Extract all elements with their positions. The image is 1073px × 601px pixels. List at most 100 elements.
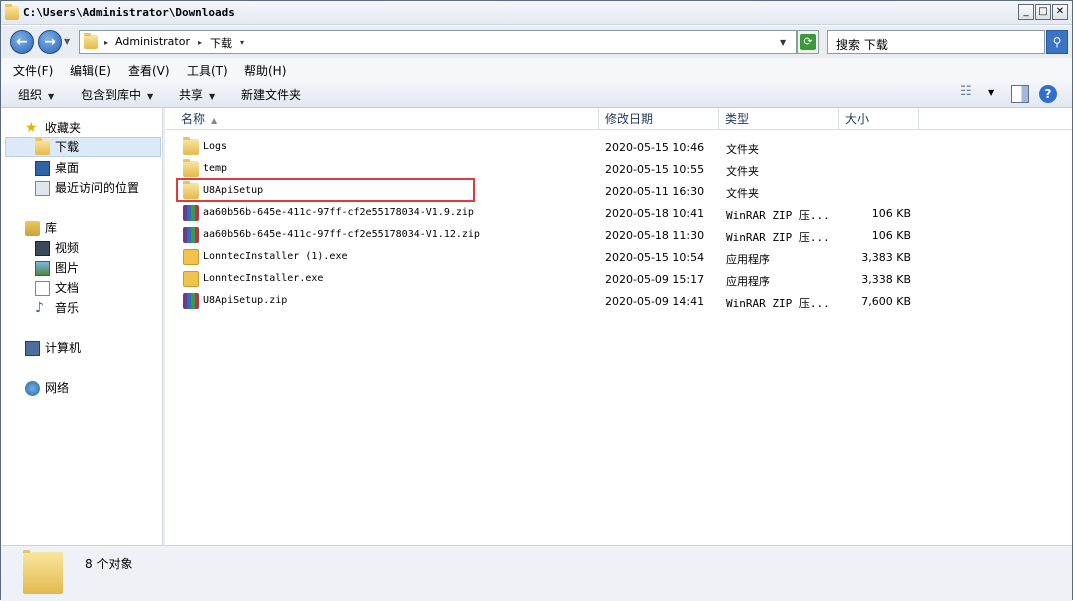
recent-places-icon: [35, 181, 50, 196]
nav-documents-label: 文档: [55, 281, 80, 295]
navigation-pane: ★ 收藏夹 下载 桌面 最近访问的位置 库 视频 图片 文档 ♪ 音乐 计算机 …: [1, 108, 163, 545]
column-header-size[interactable]: 大小: [839, 108, 919, 130]
exe-icon: [183, 271, 199, 287]
organize-button[interactable]: 组织 ▼: [18, 86, 54, 103]
downloads-folder-large-icon: [23, 550, 63, 594]
file-row[interactable]: LonntecInstaller (1).exe 2020-05-15 10:5…: [165, 246, 1072, 268]
search-input[interactable]: 搜索 下载: [827, 30, 1045, 54]
computer-icon: [25, 341, 40, 356]
column-header-modified[interactable]: 修改日期: [599, 108, 719, 130]
red-highlight-box: [176, 178, 475, 202]
column-name-label: 名称: [181, 112, 206, 126]
file-row[interactable]: Logs 2020-05-15 10:46 文件夹: [165, 136, 1072, 158]
organize-label: 组织: [18, 88, 43, 102]
title-bar: C:\Users\Administrator\Downloads _ □ ✕: [1, 1, 1072, 25]
menu-tools[interactable]: 工具(T): [187, 62, 228, 79]
share-button[interactable]: 共享 ▼: [179, 86, 215, 103]
address-history-dropdown[interactable]: ▼: [780, 38, 786, 47]
nav-computer-label: 计算机: [45, 341, 82, 355]
library-icon: [25, 221, 40, 236]
search-icon[interactable]: ⚲: [1046, 30, 1068, 54]
file-type: 文件夹: [726, 165, 759, 178]
file-name: aa60b56b-645e-411c-97ff-cf2e55178034-V1.…: [203, 207, 474, 218]
view-options-dropdown[interactable]: ▼: [988, 88, 994, 97]
music-icon: ♪: [35, 300, 44, 316]
menu-file[interactable]: 文件(F): [13, 62, 53, 79]
folder-icon: [183, 159, 199, 177]
window-title: C:\Users\Administrator\Downloads: [23, 6, 235, 19]
star-icon: ★: [25, 120, 38, 136]
file-modified: 2020-05-09 14:41: [605, 295, 705, 308]
file-name: LonntecInstaller.exe: [203, 273, 324, 284]
file-type: WinRAR ZIP 压...: [726, 297, 830, 310]
file-row[interactable]: LonntecInstaller.exe 2020-05-09 15:17 应用…: [165, 268, 1072, 290]
exe-icon: [183, 249, 199, 265]
file-row[interactable]: temp 2020-05-15 10:55 文件夹: [165, 158, 1072, 180]
file-row[interactable]: aa60b56b-645e-411c-97ff-cf2e55178034-V1.…: [165, 202, 1072, 224]
back-button[interactable]: ←: [10, 30, 34, 54]
folder-icon: [5, 4, 19, 20]
file-size: 3,383 KB: [861, 251, 911, 264]
file-modified: 2020-05-11 16:30: [605, 185, 705, 198]
minimize-button[interactable]: _: [1018, 4, 1034, 20]
view-options-icon[interactable]: ☷: [960, 84, 972, 99]
pictures-icon: [35, 261, 50, 276]
nav-selection-highlight: [5, 137, 161, 157]
menu-edit[interactable]: 编辑(E): [70, 62, 111, 79]
close-button[interactable]: ✕: [1052, 4, 1068, 20]
winrar-icon: [183, 293, 199, 309]
file-name: aa60b56b-645e-411c-97ff-cf2e55178034-V1.…: [203, 229, 480, 240]
explorer-window: C:\Users\Administrator\Downloads _ □ ✕ ←…: [0, 0, 1073, 601]
file-modified: 2020-05-15 10:55: [605, 163, 705, 176]
nav-favorites-label: 收藏夹: [45, 121, 82, 135]
file-type: WinRAR ZIP 压...: [726, 231, 830, 244]
item-count: 8 个对象: [85, 557, 133, 571]
nav-pictures-label: 图片: [55, 261, 80, 275]
address-segment-downloads[interactable]: 下载: [210, 35, 232, 51]
address-bar[interactable]: ▸ Administrator ▸ 下载 ▾ ▼: [79, 30, 797, 54]
details-pane: 8 个对象: [1, 545, 1072, 601]
column-header-type[interactable]: 类型: [719, 108, 839, 130]
file-list: 名称 ▲ 修改日期 类型 大小 Logs 2020-05-15 10:46 文件夹…: [165, 108, 1072, 545]
forward-button[interactable]: →: [38, 30, 62, 54]
video-icon: [35, 241, 50, 256]
include-in-library-button[interactable]: 包含到库中 ▼: [81, 86, 153, 103]
address-folder-icon: [84, 33, 98, 49]
address-arrow-icon[interactable]: ▸: [198, 38, 202, 47]
menu-view[interactable]: 查看(V): [128, 62, 170, 79]
nav-downloads-label: 下载: [55, 140, 80, 154]
file-name: LonntecInstaller (1).exe: [203, 251, 348, 262]
winrar-icon: [183, 227, 199, 243]
file-size: 3,338 KB: [861, 273, 911, 286]
share-label: 共享: [179, 88, 204, 102]
preview-pane-icon[interactable]: [1011, 85, 1029, 103]
nav-videos-label: 视频: [55, 241, 80, 255]
column-header-name[interactable]: 名称 ▲: [175, 108, 599, 130]
winrar-icon: [183, 205, 199, 221]
network-icon: [25, 381, 40, 396]
file-modified: 2020-05-15 10:46: [605, 141, 705, 154]
sort-arrow-icon: ▲: [211, 116, 218, 125]
folder-icon: [183, 137, 199, 155]
file-type: 应用程序: [726, 253, 770, 266]
address-segment-administrator[interactable]: Administrator: [115, 35, 190, 48]
include-in-library-label: 包含到库中: [81, 88, 142, 102]
file-modified: 2020-05-09 15:17: [605, 273, 705, 286]
recent-pages-dropdown[interactable]: ▼: [64, 37, 70, 46]
address-arrow-icon[interactable]: ▸: [104, 38, 108, 47]
file-row[interactable]: aa60b56b-645e-411c-97ff-cf2e55178034-V1.…: [165, 224, 1072, 246]
nav-desktop-label: 桌面: [55, 161, 80, 175]
new-folder-button[interactable]: 新建文件夹: [241, 86, 301, 103]
file-type: 文件夹: [726, 187, 759, 200]
desktop-icon: [35, 161, 50, 176]
help-icon[interactable]: ?: [1039, 85, 1057, 103]
file-modified: 2020-05-18 10:41: [605, 207, 705, 220]
refresh-button[interactable]: ⟳: [797, 30, 819, 54]
documents-icon: [35, 281, 50, 296]
address-arrow-icon[interactable]: ▾: [240, 38, 244, 47]
maximize-button[interactable]: □: [1035, 4, 1051, 20]
column-header-row: 名称 ▲ 修改日期 类型 大小: [165, 108, 1072, 130]
file-name: temp: [203, 163, 228, 174]
file-row[interactable]: U8ApiSetup.zip 2020-05-09 14:41 WinRAR Z…: [165, 290, 1072, 312]
menu-help[interactable]: 帮助(H): [244, 62, 286, 79]
